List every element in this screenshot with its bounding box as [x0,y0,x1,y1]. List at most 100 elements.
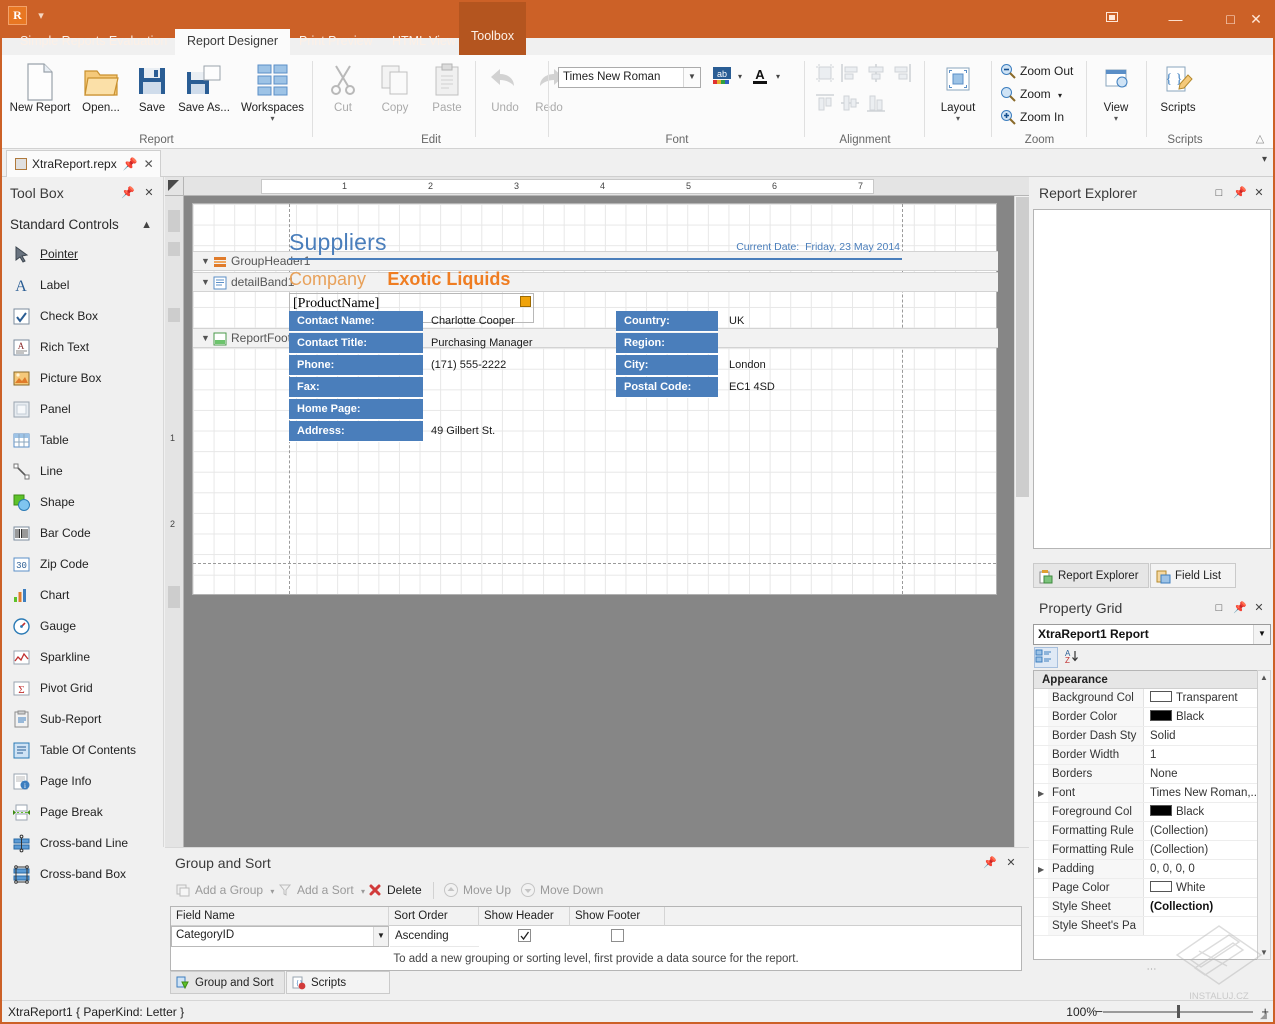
new-report-button[interactable]: New Report [8,59,72,127]
toolbox-item-page-break[interactable]: Page Break [0,797,164,828]
toolbox-item-table[interactable]: Table [0,425,164,456]
chevron-down-icon[interactable]: ▾ [1087,115,1145,123]
chevron-down-icon[interactable]: ▼ [683,68,700,87]
property-value[interactable]: Times New Roman,... [1146,784,1270,802]
chevron-down-icon[interactable]: ▾ [270,887,274,896]
close-icon[interactable]: ✕ [144,151,154,177]
view-button[interactable]: View ▾ [1087,59,1145,127]
property-category-appearance[interactable]: Appearance ▲ [1034,671,1270,689]
property-row[interactable]: Formatting Rule (Collection) [1034,841,1270,860]
align-centers-button[interactable] [864,61,888,85]
tab-group-and-sort[interactable]: Group and Sort [170,971,285,994]
toolbox-item-cross-band-line[interactable]: Cross-band Line [0,828,164,859]
property-value[interactable]: (Collection) [1146,898,1270,916]
show-header-checkbox[interactable] [518,929,531,942]
property-grid-scrollbar[interactable]: ▲ ▼ [1257,670,1271,960]
close-icon[interactable]: ✕ [1251,600,1267,616]
alphabetical-sort-button[interactable]: AZ [1061,648,1083,667]
pin-icon[interactable]: 📌 [123,151,138,177]
toolbox-item-pointer[interactable]: Pointer [0,239,164,270]
field-name-combo[interactable]: CategoryID ▼ [171,926,389,947]
group-and-sort-table[interactable]: Field Name Sort Order Show Header Show F… [170,906,1022,971]
collapse-ribbon-icon[interactable]: △ [1252,131,1268,147]
show-footer-checkbox[interactable] [611,929,624,942]
resize-grip-icon[interactable]: ◢ [1260,1010,1272,1022]
toolbox-item-zip-code[interactable]: 30 Zip Code [0,549,164,580]
toolbox-item-bar-code[interactable]: Bar Code [0,518,164,549]
pin-icon[interactable]: 📌 [982,855,998,871]
toolbox-item-gauge[interactable]: Gauge [0,611,164,642]
property-row[interactable]: Background Col Transparent [1034,689,1270,708]
zoom-button[interactable]: Zoom ▾ [998,84,1062,105]
chevron-up-icon[interactable]: ▲ [141,211,152,239]
align-bottoms-button[interactable] [864,91,888,115]
tab-scripts-errors[interactable]: {} Scripts Errors [286,971,390,994]
scroll-down-icon[interactable]: ▼ [1258,946,1270,959]
save-as-button[interactable]: Save As... [175,59,233,127]
property-row[interactable]: Formatting Rule (Collection) [1034,822,1270,841]
property-value[interactable]: 0, 0, 0, 0 [1146,860,1270,878]
pin-icon[interactable]: 📌 [1232,600,1248,616]
zoom-in-button[interactable]: Zoom In [998,107,1064,128]
toolbox-item-line[interactable]: Line [0,456,164,487]
scrollbar-thumb[interactable] [1016,197,1029,497]
column-header-field-name[interactable]: Field Name [171,907,389,926]
chevron-down-icon[interactable]: ▾ [235,115,310,123]
chevron-down-icon[interactable]: ▼ [201,329,210,348]
chevron-down-icon[interactable]: ▾ [1262,154,1267,165]
property-row[interactable]: Foreground Col Black [1034,803,1270,822]
chevron-down-icon[interactable]: ▼ [373,927,388,946]
property-grid-object-combo[interactable]: XtraReport1 Report ▼ [1033,624,1271,645]
toolbox-item-cross-band-box[interactable]: Cross-band Box [0,859,164,890]
font-color-caret-icon[interactable]: ▾ [773,66,783,86]
toolbox-item-chart[interactable]: Chart [0,580,164,611]
column-header-show-footer[interactable]: Show Footer [570,907,665,926]
report-explorer-tree[interactable] [1033,209,1271,549]
property-value[interactable]: Transparent [1146,689,1270,707]
expand-icon[interactable]: ▶ [1038,789,1044,798]
property-row[interactable]: Border Color Black [1034,708,1270,727]
property-row[interactable]: Border Width 1 [1034,746,1270,765]
align-rights-button[interactable] [890,61,914,85]
toolbox-item-rich-text[interactable]: A Rich Text [0,332,164,363]
align-tops-button[interactable] [813,91,837,115]
save-button[interactable]: Save [130,59,174,127]
add-a-sort-button[interactable]: Add a Sort ▾ [275,878,365,902]
property-row[interactable]: ▶ Font Times New Roman,... [1034,784,1270,803]
toolbox-item-pivot-grid[interactable]: Σ Pivot Grid [0,673,164,704]
toolbox-item-picture-box[interactable]: Picture Box [0,363,164,394]
toolbox-item-sparkline[interactable]: Sparkline [0,642,164,673]
layout-button[interactable]: Layout ▾ [927,59,989,127]
highlight-caret-icon[interactable]: ▾ [735,66,745,86]
document-tab-xtrareport[interactable]: XtraReport.repx📌✕ [6,150,161,177]
categorized-view-button[interactable] [1035,648,1057,667]
property-row[interactable]: Borders None [1034,765,1270,784]
align-to-grid-button[interactable] [813,61,837,85]
property-value[interactable]: Black [1146,803,1270,821]
sort-order-value[interactable]: Ascending [390,926,479,947]
restore-icon[interactable]: □ [1211,185,1227,201]
toolbox-item-page-info[interactable]: i Page Info [0,766,164,797]
property-row[interactable]: Border Dash Sty Solid [1034,727,1270,746]
property-row[interactable]: Style Sheet (Collection) [1034,898,1270,917]
property-value[interactable]: White [1146,879,1270,897]
text-highlight-button[interactable]: ab [709,66,734,88]
property-value[interactable]: 1 [1146,746,1270,764]
restore-icon[interactable]: □ [1211,600,1227,616]
open-button[interactable]: Open... [73,59,129,127]
quick-access-caret-icon[interactable]: ▾ [33,8,49,24]
property-grid-list[interactable]: Appearance ▲ Background Col Transparent … [1033,670,1271,960]
tab-report-explorer[interactable]: Report Explorer [1033,563,1149,588]
tab-report-designer[interactable]: Report Designer [175,29,290,55]
expand-icon[interactable]: ▶ [1038,865,1044,874]
tab-print-preview[interactable]: Print Preview [287,29,385,55]
toolbox-item-sub-report[interactable]: Sub-Report [0,704,164,735]
property-value[interactable]: (Collection) [1146,841,1270,859]
chevron-down-icon[interactable]: ▼ [1253,625,1270,644]
design-vertical-scrollbar[interactable] [1014,196,1029,847]
toolbox-category-standard-controls[interactable]: Standard Controls ▲ [0,211,164,239]
report-design-surface[interactable]: 1 2 3 4 5 6 7 1 2 ▼ G [165,177,1029,847]
scroll-up-icon[interactable]: ▲ [1258,671,1270,684]
close-icon[interactable]: ✕ [141,185,157,201]
toolbox-item-label[interactable]: A Label [0,270,164,301]
